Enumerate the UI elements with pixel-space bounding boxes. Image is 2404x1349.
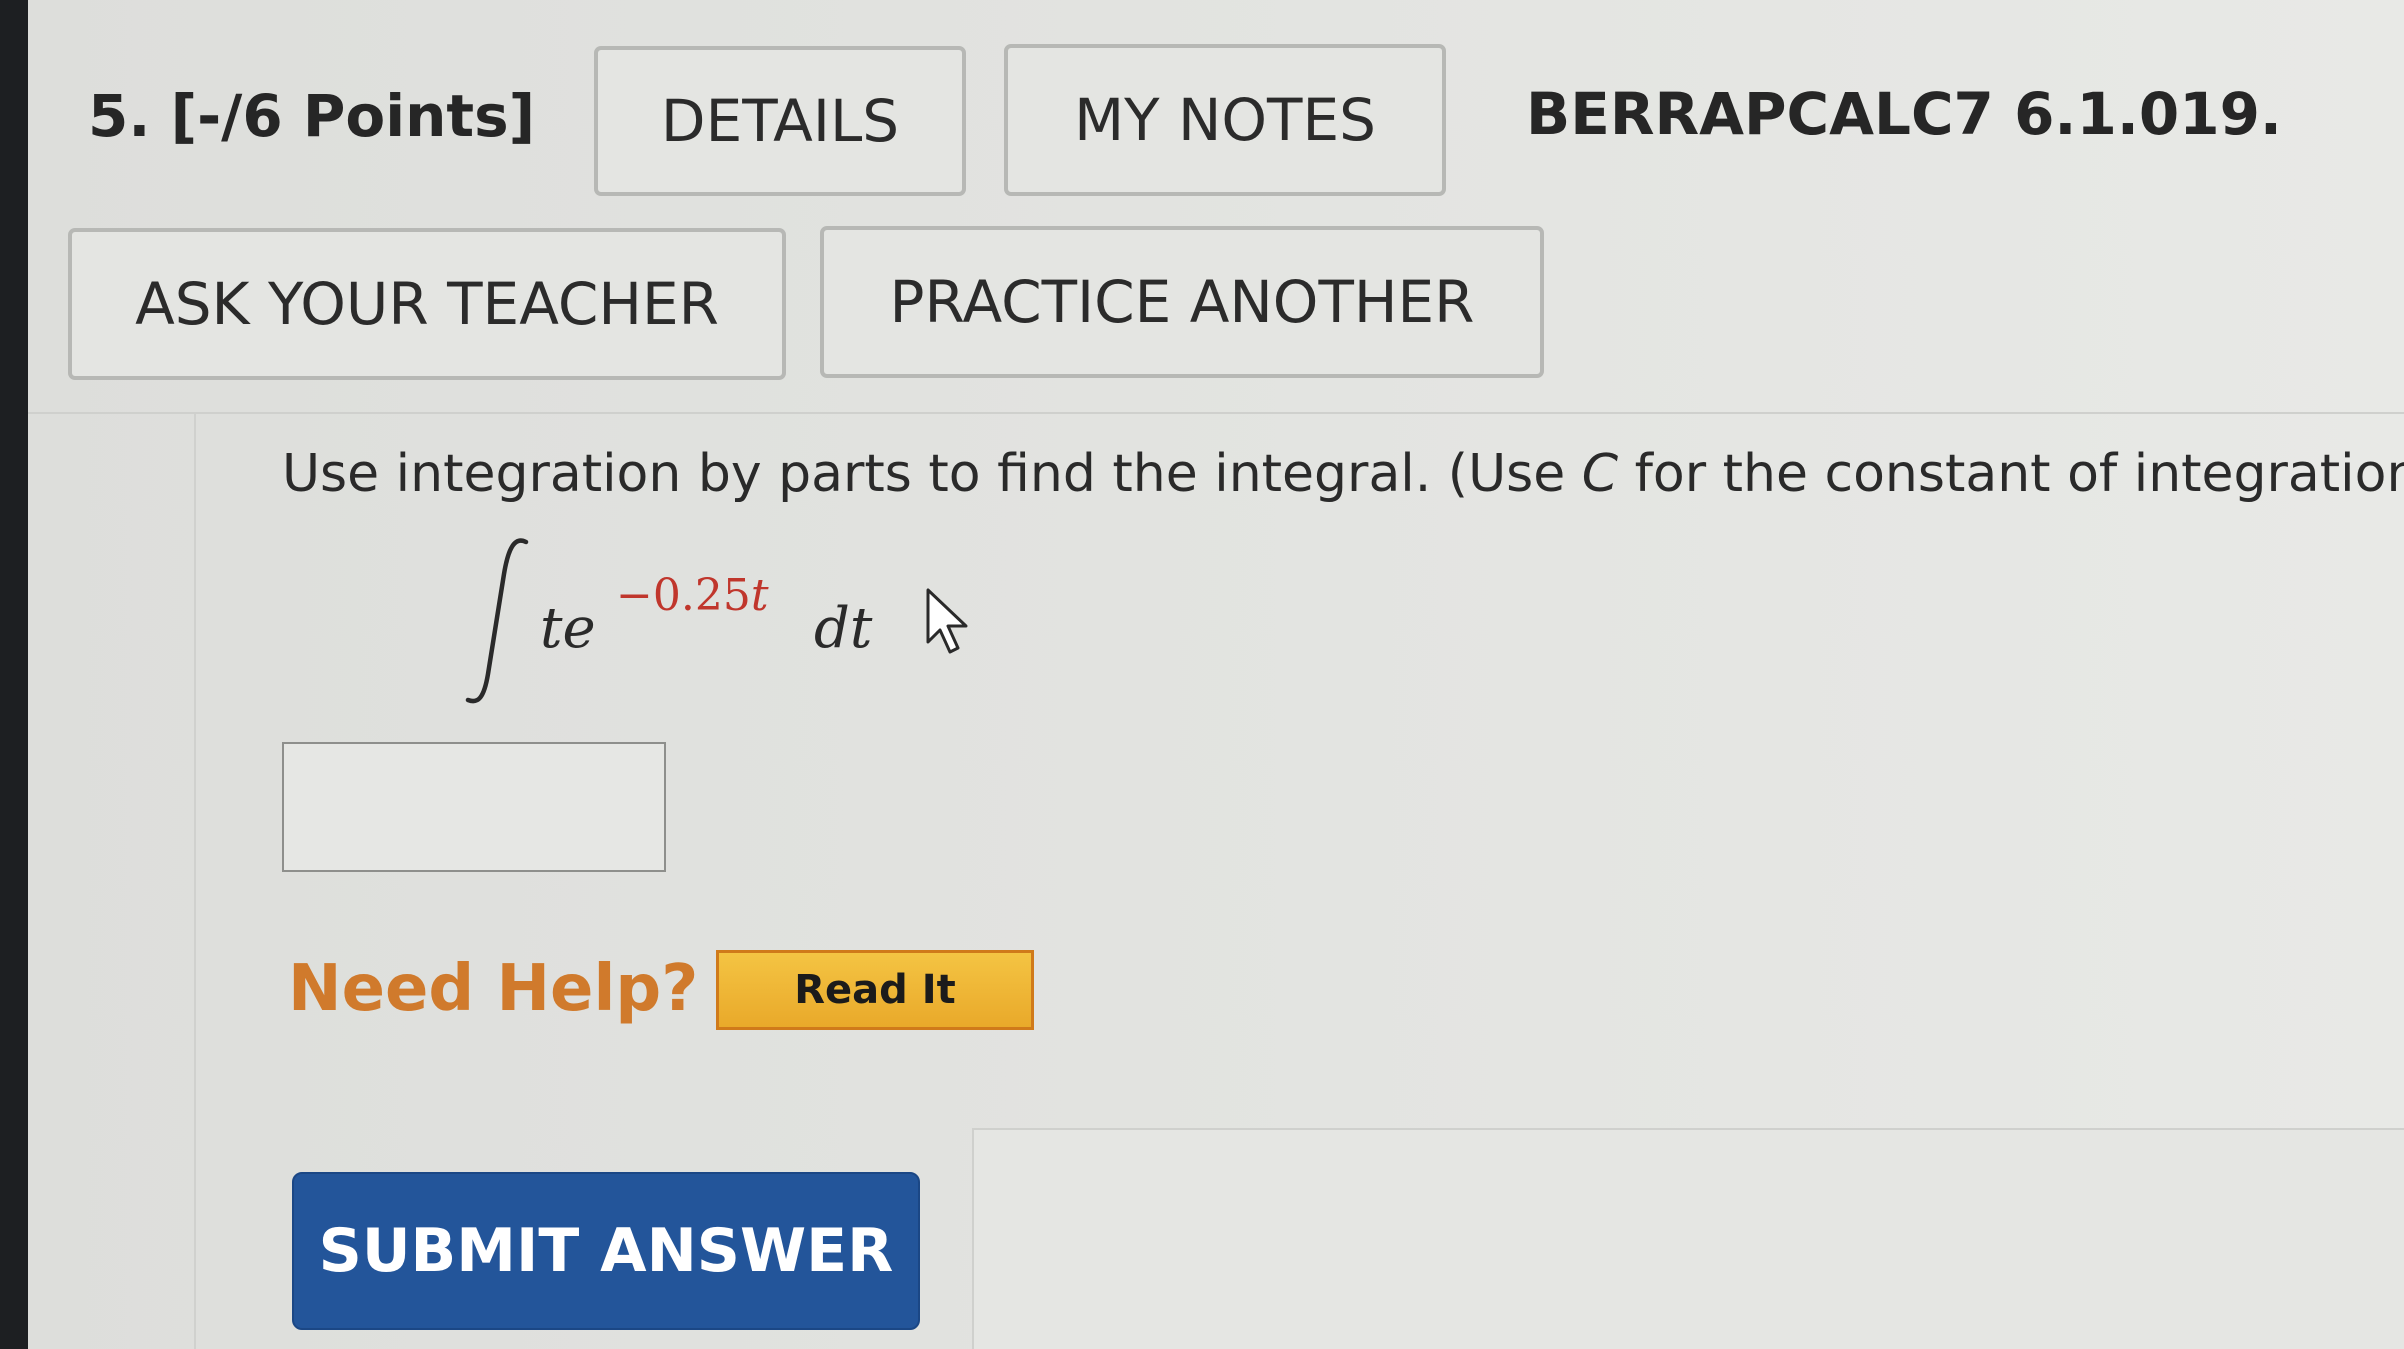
my-notes-button[interactable]: MY NOTES [1004, 44, 1446, 196]
read-it-button[interactable]: Read It [716, 950, 1034, 1030]
details-button[interactable]: DETAILS [594, 46, 966, 196]
need-help-label: Need Help? [288, 952, 699, 1026]
practice-another-button[interactable]: PRACTICE ANOTHER [820, 226, 1544, 378]
integral-sign-icon [465, 538, 529, 704]
question-points: [-/6 Points] [170, 82, 536, 150]
integral-differential: dt [814, 596, 873, 661]
question-number-points: 5. [-/6 Points] [88, 82, 535, 150]
question-instruction: Use integration by parts to find the int… [282, 444, 2404, 504]
question-content: Use integration by parts to find the int… [194, 414, 2404, 1349]
constant-variable: C [1581, 444, 1619, 504]
question-header: 5. [-/6 Points] DETAILS MY NOTES BERRAPC… [28, 0, 2404, 414]
webassign-page: 5. [-/6 Points] DETAILS MY NOTES BERRAPC… [28, 0, 2404, 1349]
integrand-exponent: −0.25t [616, 570, 769, 621]
ask-your-teacher-button[interactable]: ASK YOUR TEACHER [68, 228, 786, 380]
problem-code: BERRAPCALC7 6.1.019. [1526, 80, 2282, 148]
question-number: 5. [88, 82, 151, 150]
side-panel [972, 1128, 2404, 1349]
submit-answer-button[interactable]: SUBMIT ANSWER [292, 1172, 920, 1330]
mouse-pointer-icon [926, 588, 968, 654]
integrand-base: te [540, 596, 596, 661]
answer-input[interactable] [282, 742, 666, 872]
